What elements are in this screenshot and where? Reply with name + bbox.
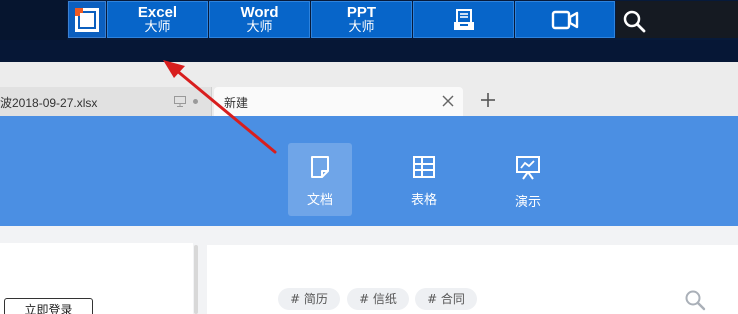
- annotation-arrow: [163, 60, 277, 154]
